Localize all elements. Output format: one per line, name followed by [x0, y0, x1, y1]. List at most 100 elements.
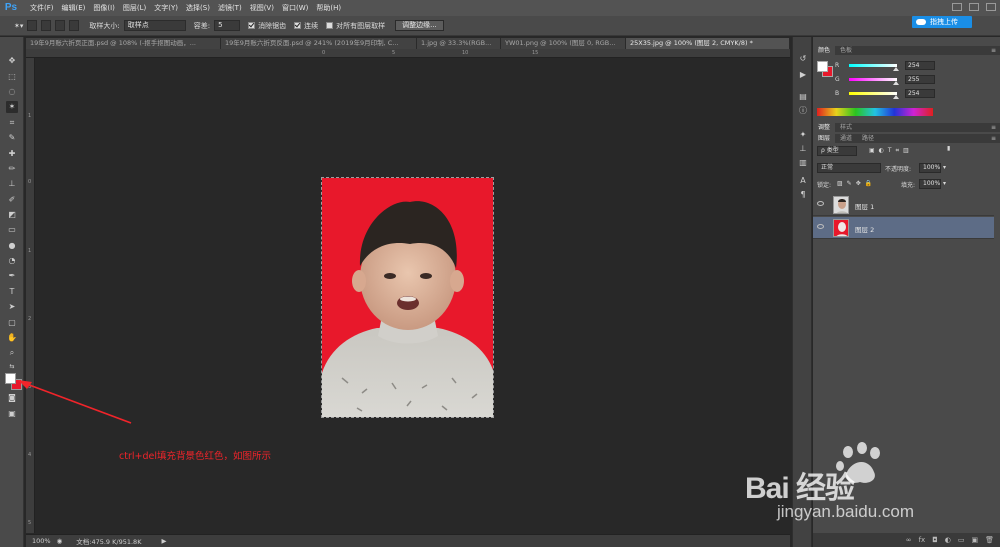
- zoom-tool-icon[interactable]: ⌕: [6, 347, 18, 359]
- slider-knob[interactable]: [893, 94, 899, 99]
- add-mask-icon[interactable]: ◘: [932, 536, 938, 544]
- foreground-color-swatch[interactable]: [5, 373, 16, 384]
- brush-tool-icon[interactable]: ✏: [6, 163, 18, 175]
- tab-styles[interactable]: 样式: [835, 123, 857, 132]
- clone-stamp-tool-icon[interactable]: ⊥: [6, 178, 18, 190]
- tab-document-4[interactable]: YW01.png @ 100% (图层 0, RGB...: [501, 38, 626, 49]
- menu-help[interactable]: 帮助(H): [316, 3, 341, 13]
- panel-menu-icon[interactable]: ≡: [991, 135, 996, 142]
- layer-style-icon[interactable]: fx: [919, 536, 926, 544]
- actions-icon[interactable]: ▶: [797, 69, 809, 80]
- eraser-tool-icon[interactable]: ◩: [6, 209, 18, 221]
- blur-tool-icon[interactable]: ●: [6, 240, 18, 252]
- zoom-level[interactable]: 100%: [32, 537, 51, 545]
- document-photo[interactable]: [321, 177, 494, 418]
- subtract-selection-icon[interactable]: [55, 20, 66, 31]
- tab-channels[interactable]: 通道: [835, 134, 857, 143]
- tab-document-5-active[interactable]: 25X35.jpg @ 100% (图层 2, CMYK/8) *: [626, 38, 790, 49]
- layer-row-1[interactable]: 图层 1: [813, 194, 994, 216]
- tab-document-1[interactable]: 19年9月账六折页正面.psd @ 108% (-抠手抠图动画，...: [26, 38, 221, 49]
- contiguous-checkbox[interactable]: [294, 22, 302, 29]
- shape-tool-icon[interactable]: ▢: [6, 317, 18, 329]
- slider-track-r[interactable]: [849, 63, 899, 71]
- slider-knob[interactable]: [893, 80, 899, 85]
- type-tool-icon[interactable]: T: [6, 286, 18, 298]
- tool-presets-icon[interactable]: ▥: [797, 157, 809, 168]
- antialias-checkbox[interactable]: [248, 22, 256, 29]
- blend-mode-select[interactable]: 正常: [817, 163, 881, 173]
- visibility-eye-icon[interactable]: [817, 224, 824, 229]
- menu-edit[interactable]: 编辑(E): [62, 3, 86, 13]
- crop-tool-icon[interactable]: ⌗: [6, 117, 18, 129]
- menu-layer[interactable]: 图层(L): [123, 3, 146, 13]
- visibility-eye-icon[interactable]: [817, 201, 824, 206]
- menu-type[interactable]: 文字(Y): [154, 3, 178, 13]
- new-layer-icon[interactable]: ▣: [971, 536, 978, 544]
- tolerance-input[interactable]: 5: [214, 20, 241, 31]
- layer-filter-icons[interactable]: ▣◐T⌗▥: [869, 147, 913, 155]
- tab-layers[interactable]: 图层: [813, 134, 836, 143]
- refine-edge-button[interactable]: 调整边缘...: [395, 20, 444, 31]
- quick-mask-icon[interactable]: ◙: [6, 392, 18, 404]
- fill-input[interactable]: 100%: [919, 179, 941, 189]
- swap-colors-icon[interactable]: ⇆: [6, 361, 18, 373]
- move-tool-icon[interactable]: ✥: [6, 55, 18, 67]
- hand-tool-icon[interactable]: ✋: [6, 332, 18, 344]
- color-panel-foreground[interactable]: [817, 61, 828, 72]
- dodge-tool-icon[interactable]: ◔: [6, 255, 18, 267]
- tab-color[interactable]: 颜色: [813, 46, 836, 55]
- adjustment-layer-icon[interactable]: ◐: [945, 536, 951, 544]
- character-icon[interactable]: A: [797, 175, 809, 186]
- new-group-icon[interactable]: ▭: [958, 536, 965, 544]
- lock-icons[interactable]: ▨✎✥🔒: [837, 180, 876, 187]
- add-selection-icon[interactable]: [41, 20, 52, 31]
- status-info-icon[interactable]: ◉: [57, 537, 63, 545]
- tab-paths[interactable]: 路径: [857, 134, 879, 143]
- status-menu-arrow-icon[interactable]: ▶: [161, 537, 166, 545]
- panel-menu-icon[interactable]: ≡: [991, 124, 996, 131]
- layer-filter-select[interactable]: ρ 类型: [817, 146, 857, 156]
- properties-icon[interactable]: ▤: [797, 91, 809, 102]
- history-brush-tool-icon[interactable]: ✐: [6, 194, 18, 206]
- fill-dropdown-icon[interactable]: ▾: [943, 180, 946, 187]
- tab-adjustments[interactable]: 调整: [813, 123, 836, 132]
- eyedropper-tool-icon[interactable]: ✎: [6, 132, 18, 144]
- color-spectrum-bar[interactable]: [817, 108, 933, 116]
- slider-track-b[interactable]: [849, 91, 899, 99]
- lasso-tool-icon[interactable]: ◌: [6, 86, 18, 98]
- channel-value-input[interactable]: 254: [905, 88, 935, 98]
- close-icon[interactable]: [986, 3, 996, 11]
- magic-wand-preset-icon[interactable]: ✶▾: [14, 22, 23, 30]
- healing-brush-tool-icon[interactable]: ✚: [6, 148, 18, 160]
- menu-image[interactable]: 图像(I): [93, 3, 115, 13]
- path-selection-tool-icon[interactable]: ➤: [6, 301, 18, 313]
- tab-document-3[interactable]: 1.jpg @ 33.3%(RGB...: [417, 38, 501, 49]
- info-icon[interactable]: ⓘ: [797, 105, 809, 116]
- minimize-icon[interactable]: [952, 3, 962, 11]
- opacity-dropdown-icon[interactable]: ▾: [943, 164, 946, 171]
- layer-row-2-selected[interactable]: 图层 2: [813, 217, 994, 239]
- channel-value-input[interactable]: 255: [905, 74, 935, 84]
- pen-tool-icon[interactable]: ✒: [6, 270, 18, 282]
- tab-document-2[interactable]: 19年9月账六折页反面.psd @ 241% (2019年9月印制, C...: [221, 38, 417, 49]
- menu-view[interactable]: 视图(V): [250, 3, 274, 13]
- filter-toggle-icon[interactable]: ▮: [947, 145, 950, 152]
- tab-swatches[interactable]: 色板: [835, 46, 857, 55]
- clone-source-icon[interactable]: ⊥: [797, 143, 809, 154]
- slider-knob[interactable]: [893, 66, 899, 71]
- brush-presets-icon[interactable]: ✦: [797, 129, 809, 140]
- menu-file[interactable]: 文件(F): [30, 3, 54, 13]
- magic-wand-tool-icon[interactable]: ✶: [6, 101, 18, 113]
- maximize-icon[interactable]: [969, 3, 979, 11]
- history-icon[interactable]: ↺: [797, 53, 809, 64]
- all-layers-checkbox[interactable]: [326, 22, 334, 29]
- opacity-input[interactable]: 100%: [919, 163, 941, 173]
- screen-mode-icon[interactable]: ▣: [6, 408, 18, 420]
- intersect-selection-icon[interactable]: [69, 20, 80, 31]
- menu-filter[interactable]: 滤镜(T): [218, 3, 242, 13]
- menu-select[interactable]: 选择(S): [186, 3, 210, 13]
- marquee-tool-icon[interactable]: ⬚: [6, 71, 18, 83]
- new-selection-icon[interactable]: [27, 20, 38, 31]
- channel-value-input[interactable]: 254: [905, 60, 935, 70]
- share-upload-button[interactable]: 指拽上传: [912, 16, 972, 28]
